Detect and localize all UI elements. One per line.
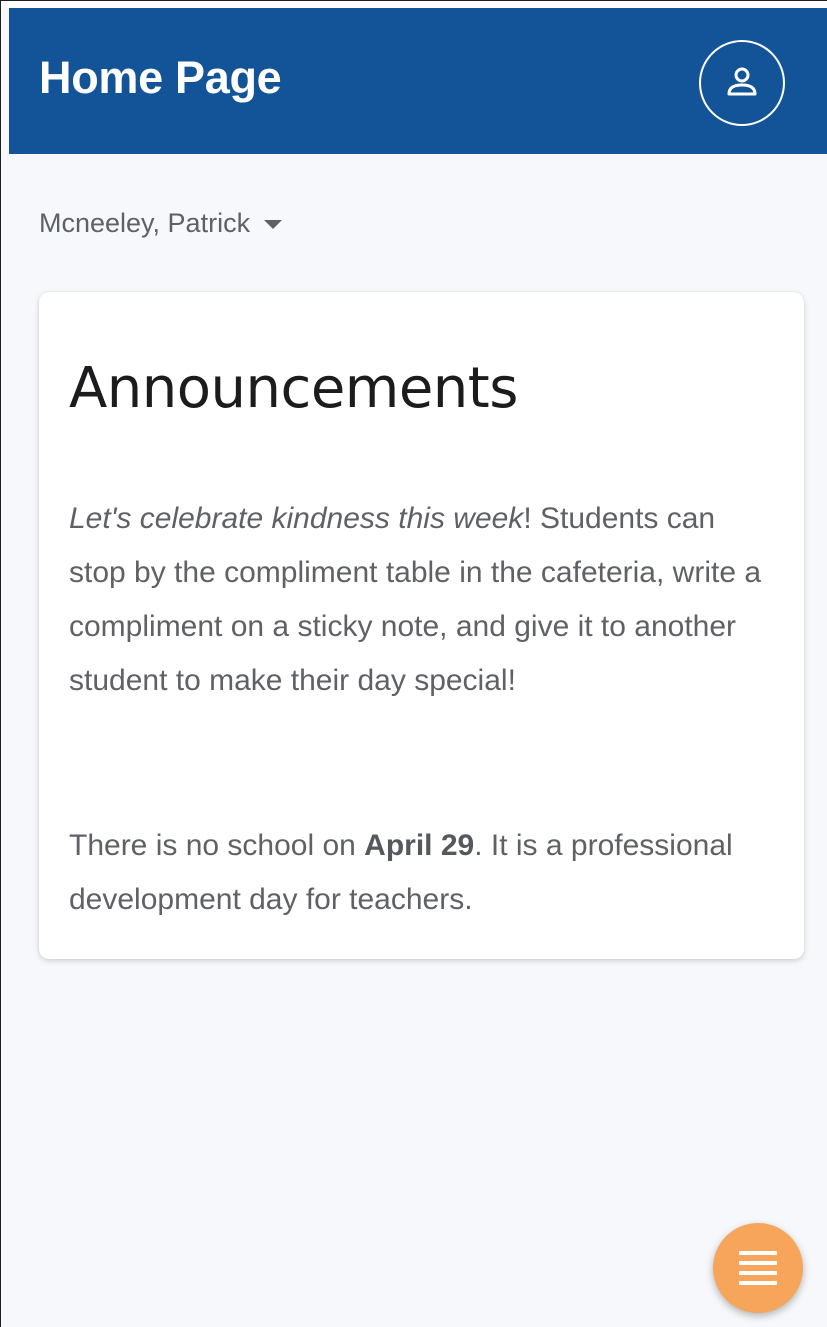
selected-user-name: Mcneeley, Patrick	[39, 208, 251, 238]
app-header: Home Page	[9, 8, 827, 154]
announcement-kindness-emphasis: Let's celebrate kindness this week	[69, 502, 524, 535]
announcement-no-school: There is no school on April 29. It is a …	[69, 819, 769, 927]
announcements-title: Announcements	[69, 356, 518, 421]
menu-icon	[739, 1251, 777, 1285]
caret-down-icon	[264, 220, 283, 229]
announcements-card: Announcements Let's celebrate kindness t…	[39, 292, 804, 959]
app-frame: Home Page Mcneeley, Patrick Announcement…	[0, 0, 827, 1327]
announcement-no-school-date: April 29	[364, 829, 475, 862]
top-edge	[1, 1, 827, 8]
account-button[interactable]	[699, 40, 785, 126]
announcement-no-school-prefix: There is no school on	[69, 829, 365, 862]
menu-fab-button[interactable]	[713, 1223, 803, 1313]
user-selector-dropdown[interactable]: Mcneeley, Patrick	[39, 206, 283, 240]
user-icon	[727, 67, 757, 96]
page-title: Home Page	[39, 52, 282, 103]
announcement-kindness: Let's celebrate kindness this week! Stud…	[69, 492, 769, 708]
